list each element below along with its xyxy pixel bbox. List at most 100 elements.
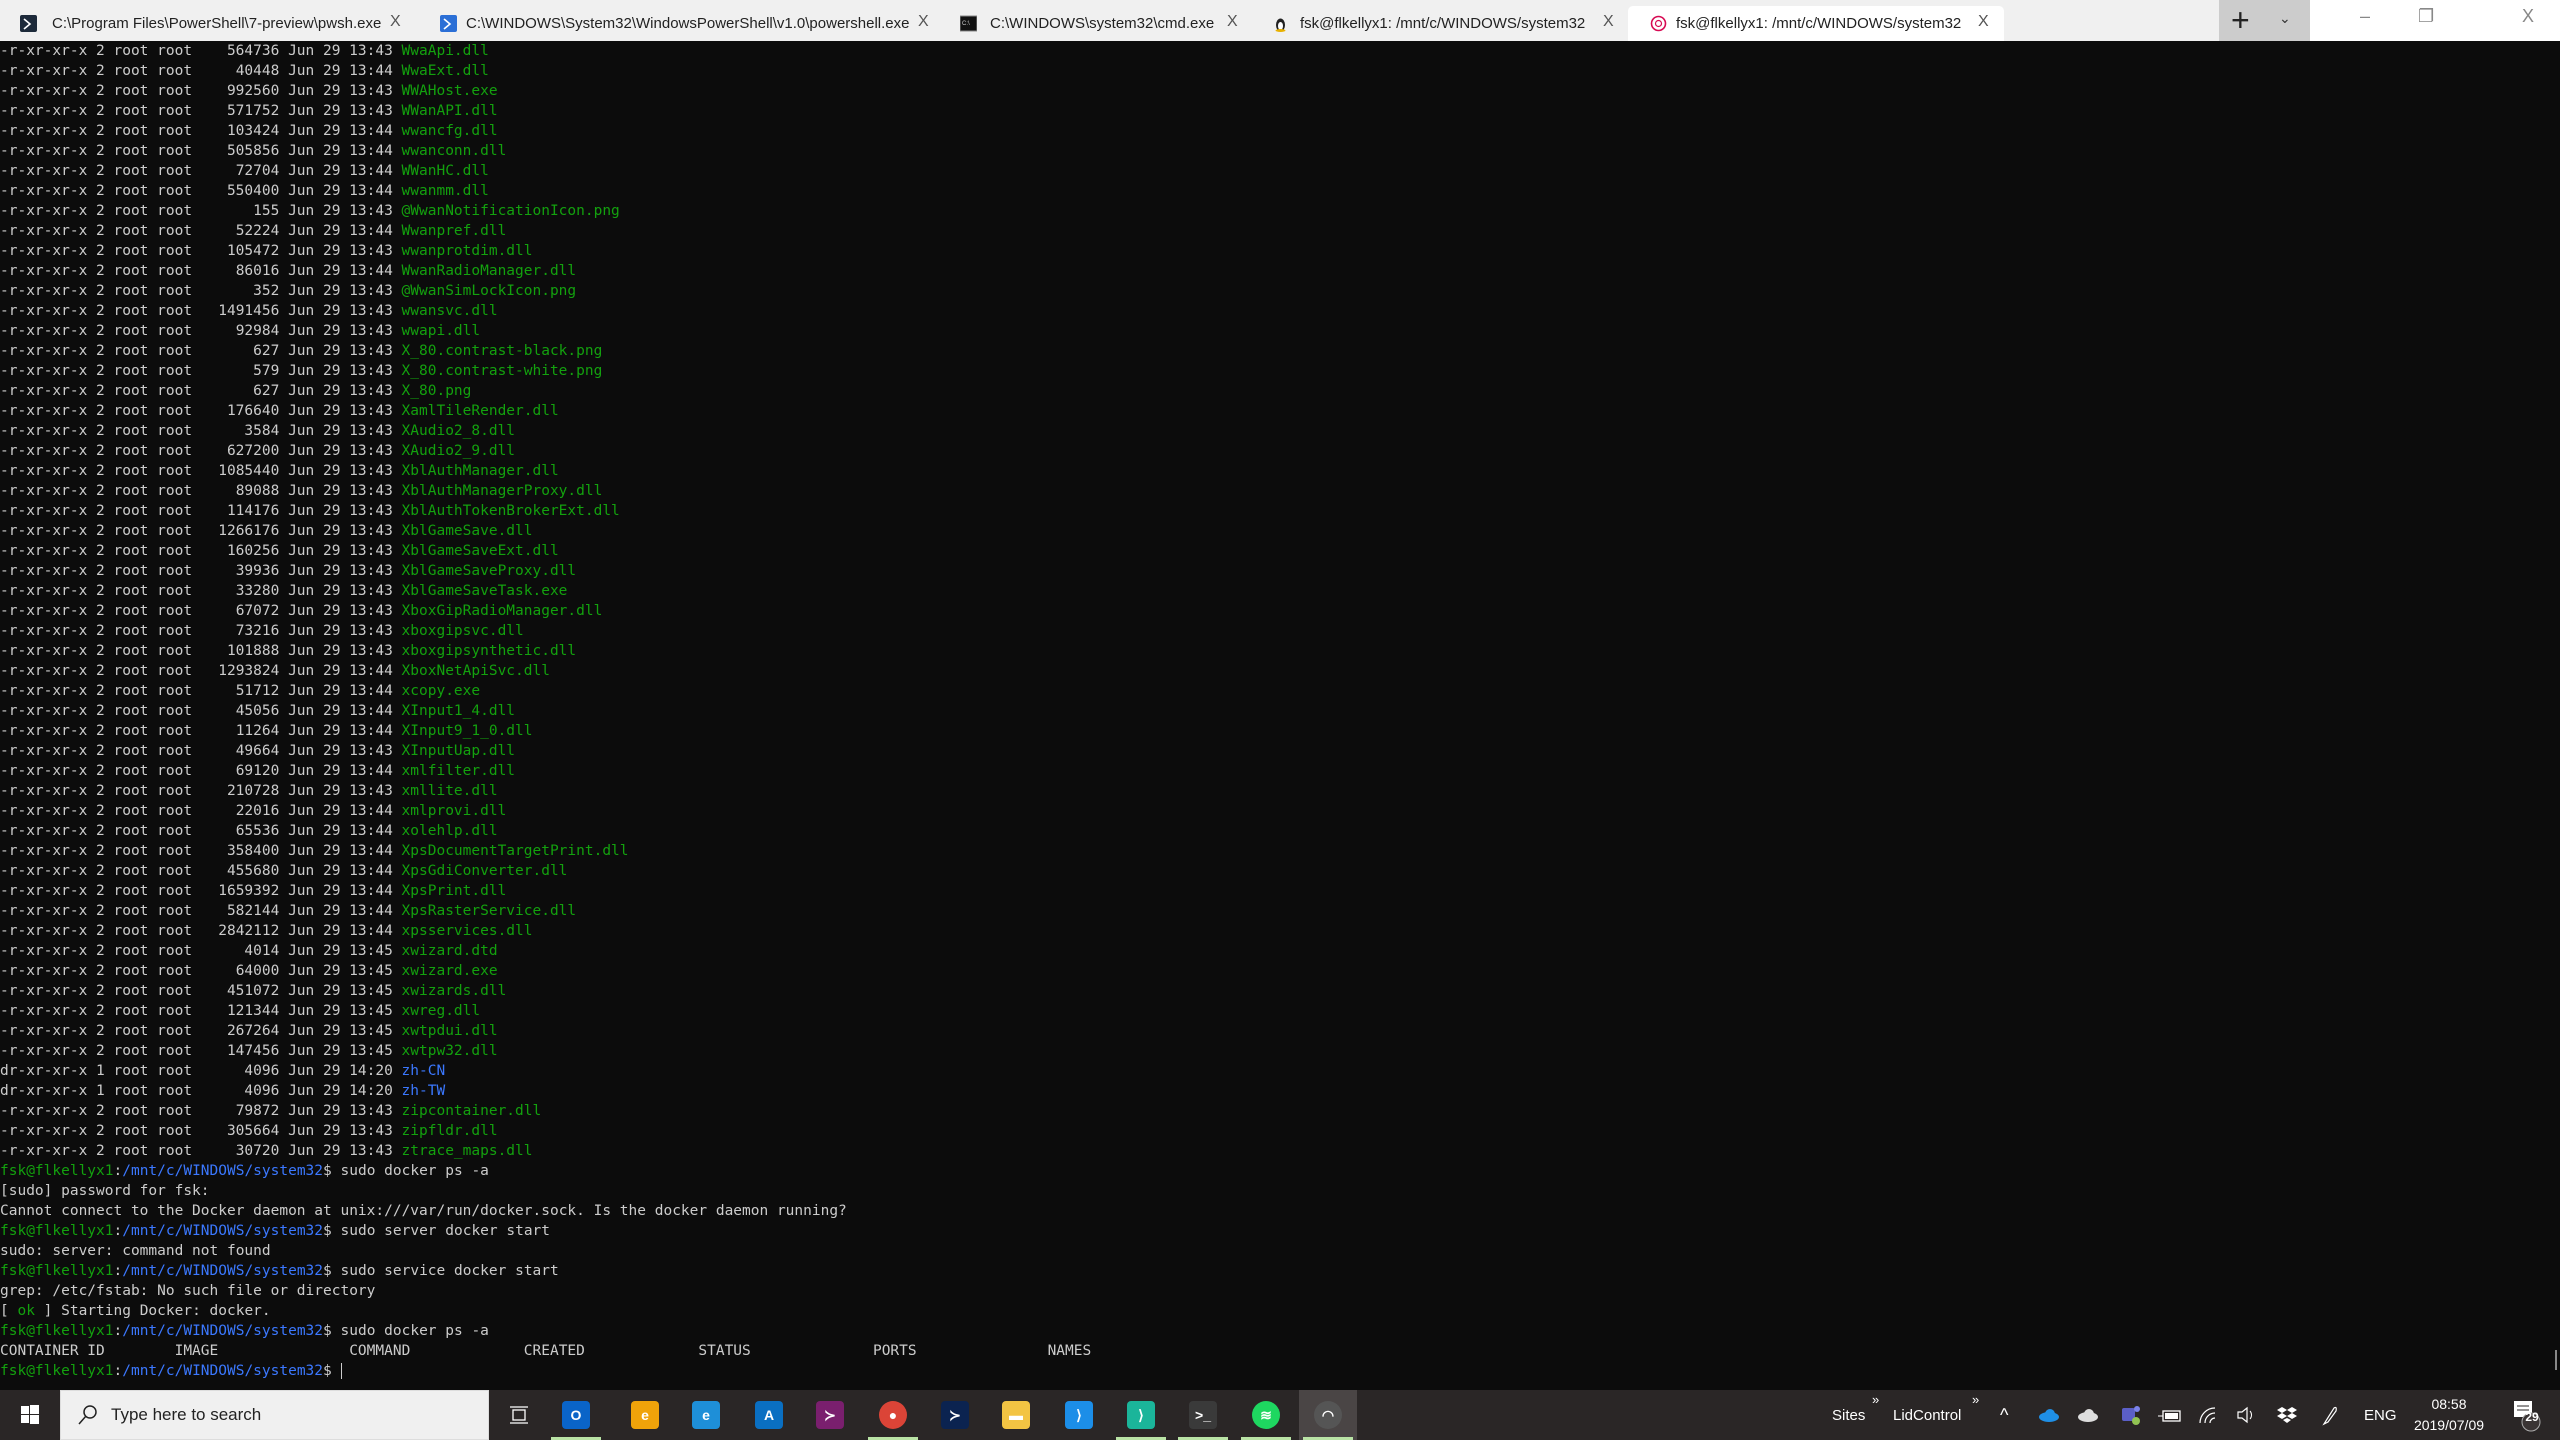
vscode-insiders-icon: ⟩ — [1127, 1401, 1155, 1429]
file-links: 2 — [96, 963, 105, 979]
tab-close-button[interactable]: X — [390, 13, 401, 31]
file-perms: -r-xr-xr-x — [0, 803, 88, 819]
prompt-line: fsk@flkellyx1:/mnt/c/WINDOWS/system32$ — [0, 1361, 2550, 1381]
notification-count: 29 — [2525, 1410, 2539, 1424]
file-group: root — [157, 843, 193, 859]
file-time: 13:43 — [349, 743, 393, 759]
file-perms: -r-xr-xr-x — [0, 383, 88, 399]
file-owner: root — [113, 123, 149, 139]
onedrive-icon[interactable] — [2038, 1390, 2060, 1440]
task-view-button[interactable] — [490, 1390, 548, 1440]
input-language[interactable]: ENG — [2364, 1390, 2397, 1440]
taskbar-app-outlook[interactable]: O — [547, 1390, 605, 1440]
tab-close-button[interactable]: X — [918, 13, 929, 31]
tab-2[interactable]: C:\WINDOWS\System32\WindowsPowerShell\v1… — [418, 6, 944, 41]
tab-1[interactable]: C:\Program Files\PowerShell\7-preview\pw… — [0, 6, 416, 41]
taskbar-app-spotify[interactable]: ≋ — [1237, 1390, 1295, 1440]
taskbar-app-vscode[interactable]: ⟩ — [1050, 1390, 1108, 1440]
volume-icon[interactable] — [2236, 1390, 2256, 1440]
close-window-button[interactable]: X — [2522, 6, 2534, 27]
taskbar-app-edge-dev[interactable]: e — [677, 1390, 735, 1440]
taskbar-app-vscode-insiders[interactable]: ⟩ — [1112, 1390, 1170, 1440]
start-button[interactable] — [0, 1390, 60, 1440]
toolbar-chevron[interactable]: » — [1972, 1392, 1979, 1407]
tab-close-button[interactable]: X — [1603, 13, 1614, 31]
taskbar-app-azure[interactable]: A — [740, 1390, 798, 1440]
spotify-icon: ≋ — [1252, 1401, 1280, 1429]
file-size: 582144 — [226, 903, 280, 919]
terminal-output[interactable]: -r-xr-xr-x 2 root root 564736 Jun 29 13:43 WwaA… — [0, 41, 2550, 1390]
file-perms: -r-xr-xr-x — [0, 1003, 88, 1019]
file-time: 13:45 — [349, 943, 393, 959]
file-size: 67072 — [235, 603, 280, 619]
file-name: WWAHost.exe — [401, 83, 498, 99]
toolbar-chevron[interactable]: » — [1872, 1392, 1879, 1407]
file-owner: root — [113, 383, 149, 399]
powershell-icon — [440, 15, 457, 32]
file-links: 2 — [96, 403, 105, 419]
taskbar-app-debian-wsl[interactable]: ◠ — [1299, 1390, 1357, 1440]
show-hidden-icons-button[interactable]: ^ — [2000, 1390, 2008, 1440]
file-perms: -r-xr-xr-x — [0, 863, 88, 879]
file-links: 2 — [96, 383, 105, 399]
tab-5[interactable]: fsk@flkellyx1: /mnt/c/WINDOWS/system32 X — [1628, 6, 2004, 41]
tab-close-button[interactable]: X — [1227, 13, 1238, 31]
clock[interactable]: 08:58 2019/07/09 — [2404, 1394, 2494, 1436]
file-group: root — [157, 903, 193, 919]
tab-3[interactable]: C:\ C:\WINDOWS\system32\cmd.exe X — [938, 6, 1253, 41]
toolbar-sites[interactable]: Sites — [1832, 1390, 1865, 1440]
file-perms: -r-xr-xr-x — [0, 943, 88, 959]
vscode-icon: ⟩ — [1065, 1401, 1093, 1429]
battery-icon[interactable] — [2158, 1390, 2182, 1440]
tab-close-button[interactable]: X — [1978, 13, 1989, 31]
file-name: XInputUap.dll — [401, 743, 516, 759]
file-size: 105472 — [226, 243, 280, 259]
dropbox-icon[interactable] — [2277, 1390, 2297, 1440]
file-name: zipcontainer.dll — [401, 1103, 542, 1119]
file-size: 45056 — [235, 703, 280, 719]
file-links: 2 — [96, 223, 105, 239]
prompt-line: fsk@flkellyx1:/mnt/c/WINDOWS/system32$ s… — [0, 1321, 2550, 1341]
tab-4[interactable]: fsk@flkellyx1: /mnt/c/WINDOWS/system32 X — [1250, 6, 1629, 41]
onedrive-personal-icon[interactable] — [2077, 1390, 2099, 1440]
file-group: root — [157, 983, 193, 999]
taskbar-app-windows-terminal[interactable]: >_ — [1174, 1390, 1232, 1440]
teams-icon[interactable] — [2120, 1390, 2142, 1440]
restore-button[interactable]: ❐ — [2418, 6, 2434, 27]
file-links: 2 — [96, 883, 105, 899]
taskbar-app-powershell-preview[interactable]: ≻ — [801, 1390, 859, 1440]
file-date: Jun 29 — [288, 963, 341, 979]
taskbar-app-powershell-dark[interactable]: ≻ — [926, 1390, 984, 1440]
minimize-button[interactable]: – — [2360, 6, 2370, 27]
taskbar-app-file-explorer[interactable]: ▬ — [987, 1390, 1045, 1440]
file-group: root — [157, 1123, 193, 1139]
search-box[interactable]: Type here to search — [60, 1390, 489, 1440]
file-size: 11264 — [235, 723, 280, 739]
file-group: root — [157, 1043, 193, 1059]
prompt-user: fsk@flkellyx1 — [0, 1163, 114, 1179]
file-name: XpsDocumentTargetPrint.dll — [401, 843, 629, 859]
taskbar-app-edge-canary[interactable]: e — [616, 1390, 674, 1440]
file-size: 33280 — [235, 583, 280, 599]
file-time: 13:43 — [349, 203, 393, 219]
pen-workspace-icon[interactable] — [2320, 1390, 2340, 1440]
taskbar-app-chrome[interactable]: ● — [864, 1390, 922, 1440]
wifi-icon[interactable] — [2198, 1390, 2218, 1440]
tab-title: fsk@flkellyx1: /mnt/c/WINDOWS/system32 — [1676, 15, 1962, 32]
pwsh-icon — [20, 15, 37, 32]
powershell-preview-icon: ≻ — [816, 1401, 844, 1429]
prompt-user: fsk@flkellyx1 — [0, 1223, 114, 1239]
toolbar-lidcontrol[interactable]: LidControl — [1893, 1390, 1961, 1440]
file-links: 2 — [96, 743, 105, 759]
tab-dropdown-button[interactable]: ⌄ — [2279, 10, 2291, 27]
file-name: XblAuthTokenBrokerExt.dll — [401, 503, 620, 519]
file-name: wwanprotdim.dll — [401, 243, 533, 259]
scrollbar[interactable] — [2555, 1350, 2557, 1370]
file-date: Jun 29 — [288, 283, 341, 299]
new-tab-button[interactable]: + — [2231, 2, 2250, 39]
listing-row: -r-xr-xr-x 2 root root 2842112 Jun 29 13:44 xps… — [0, 921, 2550, 941]
file-date: Jun 29 — [288, 523, 341, 539]
action-center-button[interactable]: 29 — [2510, 1390, 2544, 1440]
file-perms: -r-xr-xr-x — [0, 163, 88, 179]
text-cursor[interactable] — [340, 1363, 342, 1379]
